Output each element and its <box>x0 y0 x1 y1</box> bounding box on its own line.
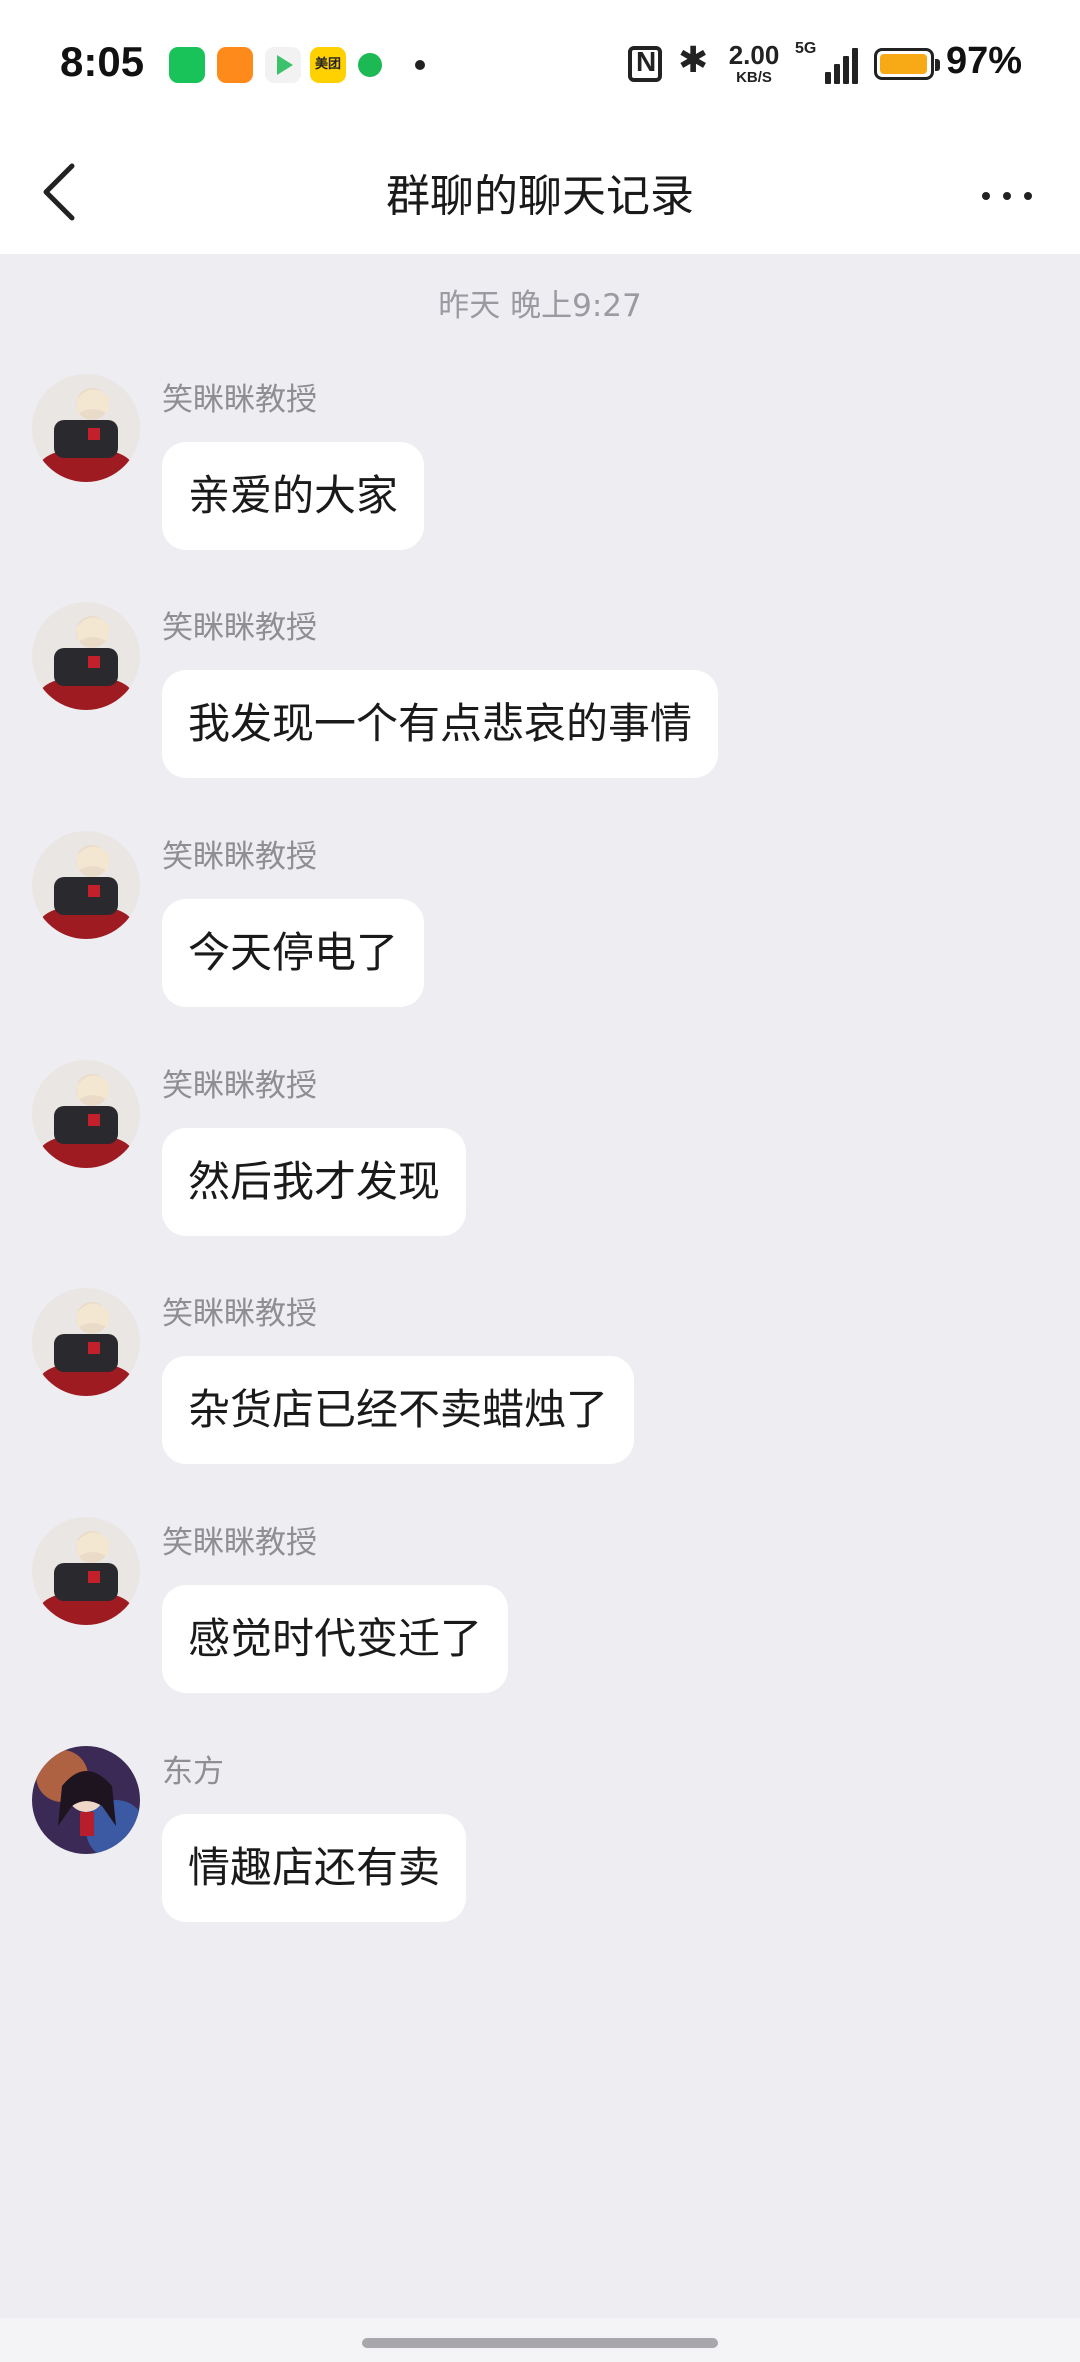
sender-name: 笑眯眯教授 <box>162 1068 317 1104</box>
signal-bar <box>843 56 849 84</box>
more-notifications-icon <box>415 60 425 70</box>
orange-app-icon <box>217 47 253 83</box>
battery-fill <box>880 54 927 74</box>
avatar[interactable] <box>32 1517 140 1625</box>
network-type: 5G <box>795 40 817 57</box>
message-bubble[interactable]: 情趣店还有卖 <box>162 1814 467 1922</box>
message-item: 东方 情趣店还有卖 <box>0 1746 1080 1936</box>
message-item: 笑眯眯教授 亲爱的大家 <box>0 374 1080 564</box>
avatar[interactable] <box>32 1060 140 1168</box>
navigation-bar: 群聊的聊天记录 <box>0 130 1080 254</box>
battery-icon <box>874 48 940 80</box>
sender-name: 笑眯眯教授 <box>162 1525 317 1561</box>
message-bubble[interactable]: 亲爱的大家 <box>162 442 425 550</box>
network-speed-unit: KB/S <box>736 69 772 86</box>
home-indicator[interactable] <box>362 2338 718 2348</box>
chevron-left-icon <box>43 163 75 221</box>
message-bubble[interactable]: 杂货店已经不卖蜡烛了 <box>162 1356 635 1464</box>
avatar[interactable] <box>32 374 140 482</box>
sender-name: 笑眯眯教授 <box>162 1296 317 1332</box>
status-time: 8:05 <box>60 38 145 85</box>
page-title: 群聊的聊天记录 <box>386 171 694 222</box>
back-button[interactable] <box>30 152 100 232</box>
message-item: 笑眯眯教授 今天停电了 <box>0 831 1080 1021</box>
bluetooth-icon: ✱ <box>678 40 709 81</box>
battery-percent: 97% <box>946 40 1023 82</box>
avatar[interactable] <box>32 602 140 710</box>
wechat-icon <box>169 47 205 83</box>
cellular-signal-icon: 5G <box>795 40 859 86</box>
network-speed-value: 2.00 <box>728 40 780 70</box>
sender-name: 东方 <box>162 1754 224 1790</box>
nfc-icon <box>628 46 662 82</box>
message-bubble[interactable]: 今天停电了 <box>162 899 425 1007</box>
avatar[interactable] <box>32 1746 140 1854</box>
network-speed: 2.00 KB/S <box>724 42 784 85</box>
signal-bar <box>852 48 858 84</box>
more-button[interactable] <box>972 170 1042 220</box>
sender-name: 笑眯眯教授 <box>162 610 317 646</box>
video-app-icon <box>265 47 301 83</box>
green-dot-app-icon <box>358 53 382 77</box>
message-bubble[interactable]: 我发现一个有点悲哀的事情 <box>162 670 719 778</box>
avatar[interactable] <box>32 1288 140 1396</box>
message-item: 笑眯眯教授 我发现一个有点悲哀的事情 <box>0 602 1080 792</box>
message-item: 笑眯眯教授 杂货店已经不卖蜡烛了 <box>0 1288 1080 1478</box>
status-bar: 8:05 美团 ✱ 2.00 KB/S 5G 97% <box>0 0 1080 130</box>
avatar[interactable] <box>32 831 140 939</box>
gesture-area <box>0 2318 1080 2362</box>
chat-history[interactable]: 昨天 晚上9:27 笑眯眯教授 亲爱的大家 笑眯眯教授 我发现一个有点悲哀的事情… <box>0 254 1080 2304</box>
signal-bar <box>825 72 831 84</box>
sender-name: 笑眯眯教授 <box>162 839 317 875</box>
message-bubble[interactable]: 感觉时代变迁了 <box>162 1585 509 1693</box>
signal-bar <box>834 64 840 84</box>
message-item: 笑眯眯教授 感觉时代变迁了 <box>0 1517 1080 1707</box>
message-bubble[interactable]: 然后我才发现 <box>162 1128 467 1236</box>
sender-name: 笑眯眯教授 <box>162 382 317 418</box>
time-divider: 昨天 晚上9:27 <box>438 288 642 324</box>
meituan-icon: 美团 <box>310 47 346 83</box>
message-item: 笑眯眯教授 然后我才发现 <box>0 1060 1080 1250</box>
